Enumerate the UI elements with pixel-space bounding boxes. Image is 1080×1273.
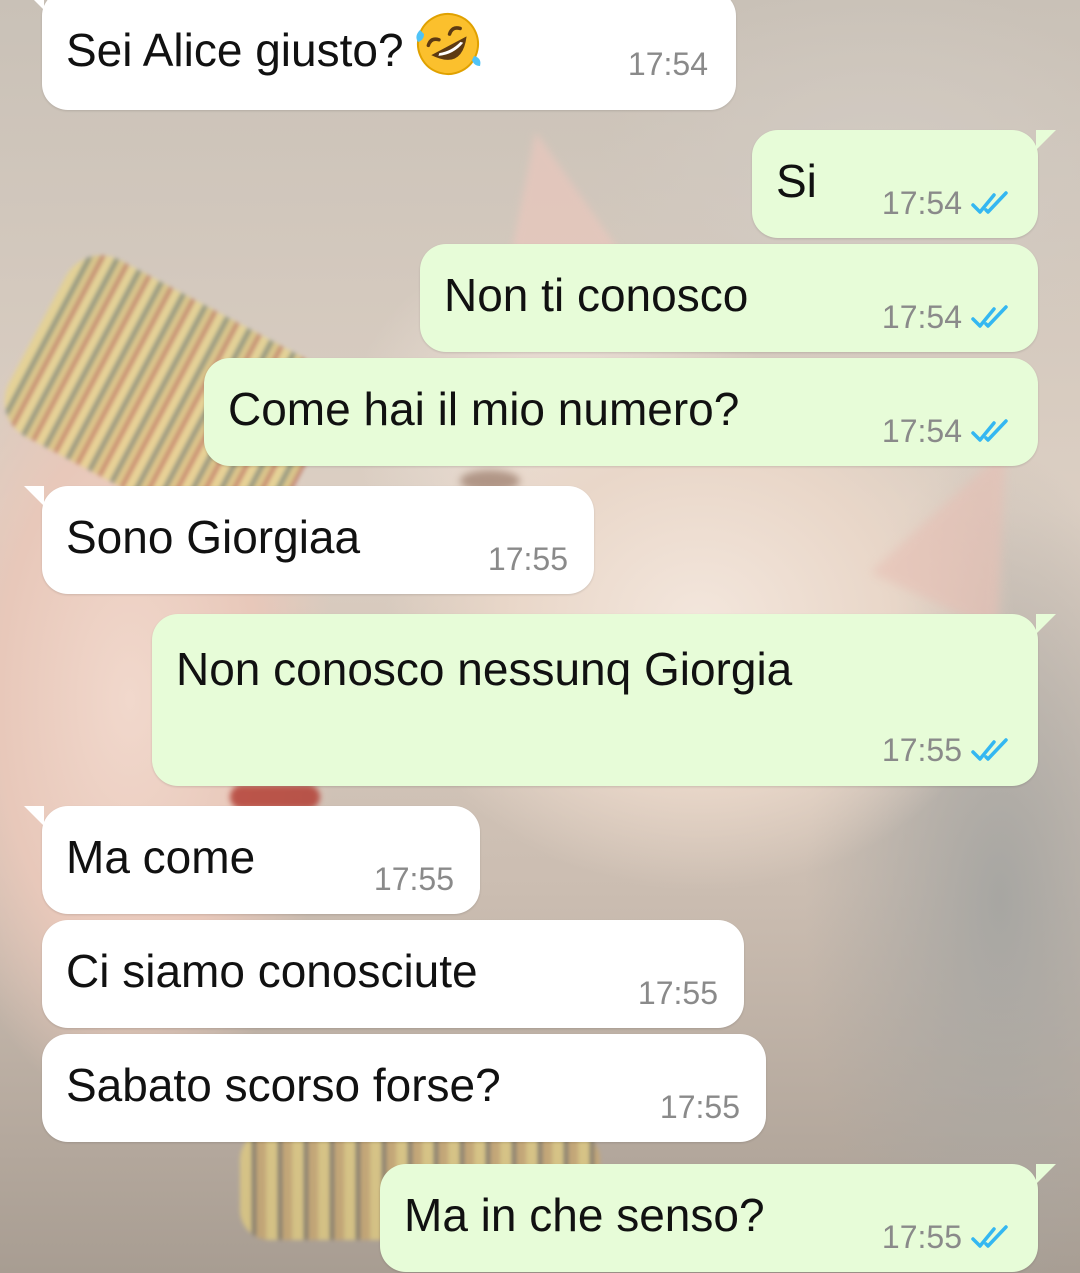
message-timestamp: 17:55: [487, 541, 568, 577]
message-bubble-incoming[interactable]: Sei Alice giusto? 17:54: [24, 0, 736, 110]
double-check-read-icon: [971, 190, 1008, 214]
message-bubble-incoming[interactable]: Sono Giorgiaa 17:55: [24, 486, 594, 594]
message-text: Sono Giorgiaa: [66, 511, 361, 563]
message-timestamp: 17:54: [881, 185, 962, 221]
message-text: Ci siamo conosciute: [66, 945, 478, 997]
double-check-read-icon: [971, 304, 1008, 328]
message-timestamp: 17:55: [881, 732, 962, 768]
message-timestamp: 17:55: [373, 861, 454, 897]
message-text: Ma in che senso?: [404, 1189, 765, 1241]
message-bubble-incoming[interactable]: Ma come 17:55: [24, 806, 480, 914]
message-text: Si: [776, 155, 817, 207]
message-list[interactable]: Sei Alice giusto? 17:54 Si 17:54 Non ti …: [0, 0, 1080, 1273]
message-timestamp: 17:54: [881, 299, 962, 335]
message-text: Ma come: [66, 831, 256, 883]
double-check-read-icon: [971, 418, 1008, 442]
message-timestamp: 17:55: [659, 1089, 740, 1125]
double-check-read-icon: [971, 737, 1008, 761]
message-timestamp: 17:55: [637, 975, 718, 1011]
message-bubble-incoming[interactable]: Ci siamo conosciute 17:55: [42, 920, 744, 1028]
double-check-read-icon: [971, 1224, 1008, 1248]
message-text: Non conosco nessunq Giorgia: [176, 643, 793, 695]
message-bubble-outgoing[interactable]: Ma in che senso? 17:55: [380, 1164, 1056, 1272]
message-bubble-outgoing[interactable]: Non ti conosco 17:54: [420, 244, 1038, 352]
message-timestamp: 17:54: [627, 46, 708, 82]
message-timestamp: 17:54: [881, 413, 962, 449]
message-text: Sei Alice giusto?: [66, 24, 404, 76]
message-bubble-outgoing[interactable]: Non conosco nessunq Giorgia 17:55: [152, 614, 1056, 786]
message-bubble-incoming[interactable]: Sabato scorso forse? 17:55: [42, 1034, 766, 1142]
rolling-on-floor-laughing-emoji-icon: [414, 10, 482, 78]
message-timestamp: 17:55: [881, 1219, 962, 1255]
message-text: Come hai il mio numero?: [228, 383, 740, 435]
message-bubble-outgoing[interactable]: Si 17:54: [752, 130, 1056, 238]
message-text: Sabato scorso forse?: [66, 1059, 501, 1111]
message-text: Non ti conosco: [444, 269, 749, 321]
message-bubble-outgoing[interactable]: Come hai il mio numero? 17:54: [204, 358, 1038, 466]
